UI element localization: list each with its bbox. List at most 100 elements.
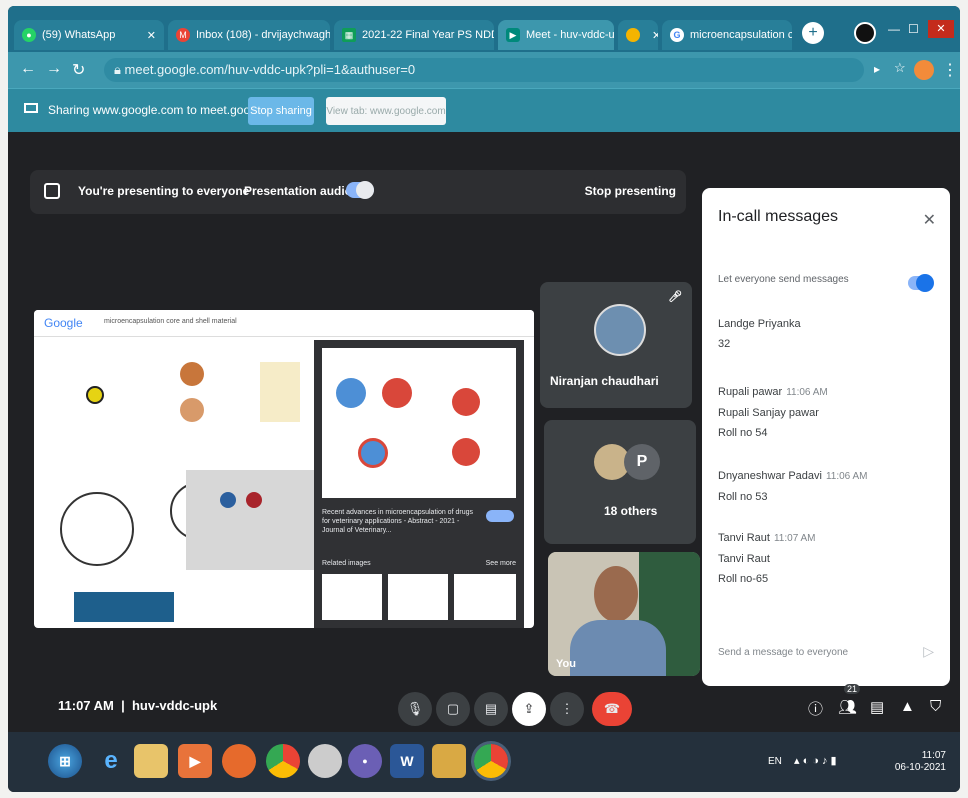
message-sender: Dnyaneshwar Padavi <box>718 470 822 482</box>
address-bar-row: ← → ↻ 🔒︎ meet.google.com/huv-vddc-upk?pl… <box>8 52 960 88</box>
minimize-icon[interactable]: — <box>888 22 900 36</box>
activities-icon[interactable]: ▲ <box>900 698 915 715</box>
tab-sheets[interactable]: ▦ 2021-22 Final Year PS NDDS ✕ <box>334 20 494 50</box>
close-icon[interactable]: ✕ <box>646 29 658 42</box>
camera-button[interactable]: ▢ <box>436 692 470 726</box>
forward-icon[interactable]: → <box>46 60 62 78</box>
people-count-badge: 21 <box>844 684 861 694</box>
screen: ● (59) WhatsApp ✕ M Inbox (108) - drvija… <box>8 6 960 792</box>
cast-icon[interactable]: ▸ <box>874 62 880 76</box>
thumb <box>220 492 236 508</box>
thumb <box>86 386 104 404</box>
mic-button[interactable]: 🎙︎ <box>398 692 432 726</box>
reload-icon[interactable]: ↻ <box>72 60 85 80</box>
start-button[interactable]: ⊞ <box>48 744 82 778</box>
ie-icon[interactable]: e <box>94 744 128 778</box>
new-tab-button[interactable]: + <box>802 22 824 44</box>
view-tab-button[interactable]: View tab: www.google.com <box>326 97 446 125</box>
present-now-icon: ⇪ <box>523 701 535 716</box>
paint-icon[interactable] <box>432 744 466 778</box>
vlc-app-icon[interactable]: ● <box>348 744 382 778</box>
present-button[interactable]: ⇪ <box>512 692 546 726</box>
message-line: 32 <box>718 338 731 350</box>
tab-label: (59) WhatsApp <box>42 29 116 41</box>
explorer-icon[interactable] <box>134 744 168 778</box>
meeting-controls: 11:07 AM | huv-vddc-upk 🎙︎ ▢ ▤ ⇪ ⋮ ☎︎ ⓘ … <box>8 684 960 732</box>
clock-date: 06-10-2021 <box>894 762 946 773</box>
profile-icon[interactable] <box>854 22 876 44</box>
tab-label: microencapsulation core <box>690 29 792 41</box>
tab-whatsapp[interactable]: ● (59) WhatsApp ✕ <box>14 20 164 50</box>
gmail-icon: M <box>176 28 190 42</box>
tab-icon <box>626 28 640 42</box>
close-window-icon[interactable]: ✕ <box>928 20 954 38</box>
preview-image <box>322 348 516 498</box>
preview-title[interactable]: Recent advances in microencapsulation of… <box>322 508 482 535</box>
participant-tile[interactable]: 🎤︎ Niranjan chaudhari <box>540 282 692 408</box>
image-preview-panel: Recent advances in microencapsulation of… <box>314 340 524 628</box>
meeting-time: 11:07 AM <box>58 698 114 713</box>
camera-icon: ▢ <box>446 701 460 716</box>
captions-button[interactable]: ▤ <box>474 692 508 726</box>
chat-message: Landge Priyanka 32 <box>718 314 801 354</box>
related-images-label: Related images <box>322 560 371 567</box>
kebab-menu-icon[interactable]: ⋮ <box>942 60 958 80</box>
tray-icons[interactable]: ▴ ◐ ◑ ♪ ▮ <box>794 754 837 767</box>
related-thumb <box>454 574 516 620</box>
clock-time: 11:07 <box>921 750 946 761</box>
chat-icon[interactable]: ▤ <box>870 698 884 716</box>
tab-gmail[interactable]: M Inbox (108) - drvijaychwagh11 ✕ <box>168 20 330 50</box>
others-tile[interactable]: P 18 others <box>544 420 696 544</box>
diagram-core <box>382 378 412 408</box>
google-logo: Google <box>44 316 83 330</box>
host-controls-icon[interactable]: ⛉ <box>930 698 941 715</box>
thumb <box>186 470 316 570</box>
maximize-icon[interactable]: ☐ <box>908 22 919 36</box>
account-avatar[interactable] <box>914 60 934 80</box>
diagram-shell <box>336 378 366 408</box>
visit-button[interactable] <box>486 510 514 522</box>
chat-permission-label: Let everyone send messages <box>718 274 849 285</box>
meeting-time-and-code: 11:07 AM | huv-vddc-upk <box>58 698 218 713</box>
see-more-link[interactable]: See more <box>486 560 516 567</box>
system-clock[interactable]: 11:07 06-10-2021 <box>895 750 946 774</box>
message-sender: Rupali pawar <box>718 386 783 398</box>
firefox-icon[interactable] <box>222 744 256 778</box>
url-input[interactable]: 🔒︎ meet.google.com/huv-vddc-upk?pli=1&au… <box>104 58 864 82</box>
app-icon[interactable] <box>308 744 342 778</box>
chat-permission-toggle[interactable] <box>908 274 934 292</box>
language-indicator[interactable]: EN <box>768 756 782 767</box>
presentation-audio-toggle[interactable] <box>346 181 374 199</box>
close-icon[interactable]: ✕ <box>923 210 936 230</box>
tab-label: 2021-22 Final Year PS NDDS <box>362 29 494 41</box>
tab-google-search[interactable]: G microencapsulation core ✕ <box>662 20 792 50</box>
windows-icon: ⊞ <box>59 752 71 769</box>
info-icon[interactable]: ⓘ <box>808 698 823 719</box>
person-head <box>594 566 638 622</box>
word-icon[interactable]: W <box>390 744 424 778</box>
people-icon[interactable]: 👥︎ <box>838 698 857 716</box>
diagram-particle <box>452 438 480 466</box>
send-icon[interactable]: ▷ <box>923 643 934 660</box>
tab-meet[interactable]: ▶ Meet - huv-vddc-upk <box>498 20 614 50</box>
chat-message: Tanvi Raut 11:07 AM Tanvi Raut Roll no-65 <box>718 528 816 589</box>
tab-other[interactable]: ✕ <box>618 20 658 50</box>
back-icon[interactable]: ← <box>20 60 36 78</box>
meeting-code: huv-vddc-upk <box>131 698 218 713</box>
star-icon[interactable]: ☆ <box>894 60 906 76</box>
message-line: Roll no 54 <box>718 427 768 439</box>
leave-call-button[interactable]: ☎︎ <box>592 692 632 726</box>
chat-message-input[interactable]: Send a message to everyone <box>718 647 848 658</box>
chrome-icon[interactable] <box>266 744 300 778</box>
related-thumb <box>322 574 382 620</box>
related-thumb <box>388 574 448 620</box>
close-icon[interactable]: ✕ <box>141 29 156 42</box>
thumb <box>246 492 262 508</box>
chrome-active-icon[interactable] <box>474 744 508 778</box>
media-player-icon[interactable]: ▶ <box>178 744 212 778</box>
more-options-button[interactable]: ⋮ <box>550 692 584 726</box>
stop-presenting-button[interactable]: Stop presenting <box>585 184 676 198</box>
stop-sharing-button[interactable]: Stop sharing <box>248 97 314 125</box>
meet-stage: You're presenting to everyone Presentati… <box>8 132 960 732</box>
self-video-tile[interactable]: You <box>548 552 700 676</box>
